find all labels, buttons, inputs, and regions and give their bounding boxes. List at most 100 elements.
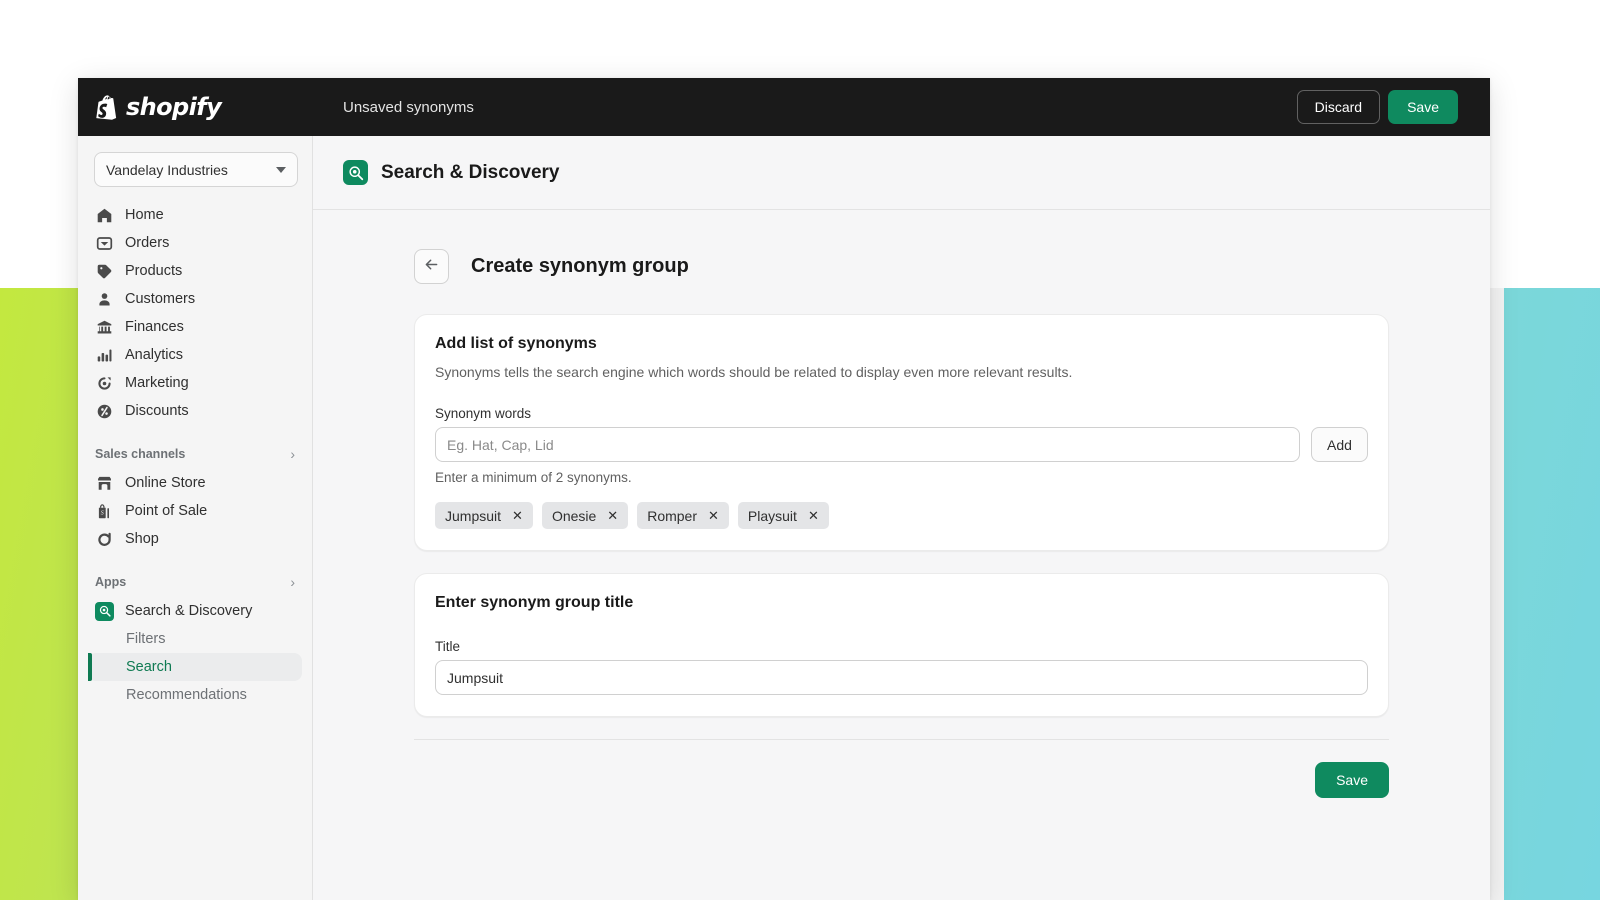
- synonym-chip: Playsuit ✕: [737, 502, 829, 529]
- sidebar-section-apps[interactable]: Apps ›: [88, 571, 302, 593]
- chevron-right-icon: ›: [290, 574, 295, 590]
- synonym-words-label: Synonym words: [435, 406, 532, 421]
- sidebar-subitem-recommendations[interactable]: Recommendations: [88, 681, 302, 709]
- home-icon: [95, 206, 114, 225]
- sidebar-item-point-of-sale[interactable]: S Point of Sale: [88, 497, 302, 525]
- chevron-right-icon: ›: [290, 446, 295, 462]
- sidebar-item-customers[interactable]: Customers: [88, 285, 302, 313]
- synonym-helper-text: Enter a minimum of 2 synonyms.: [435, 470, 632, 485]
- synonym-chip-label: Romper: [647, 507, 697, 524]
- sidebar-item-search-and-discovery[interactable]: Search & Discovery: [88, 597, 302, 625]
- sidebar-item-label: Discounts: [125, 403, 189, 419]
- discard-button[interactable]: Discard: [1296, 90, 1381, 124]
- sidebar-item-discounts[interactable]: Discounts: [88, 397, 302, 425]
- page-container: Create synonym group Add list of synonym…: [414, 249, 1389, 798]
- synonym-chip-label: Onesie: [551, 507, 597, 524]
- sidebar-item-label: Marketing: [125, 375, 189, 391]
- active-indicator-bar: [88, 653, 92, 681]
- title-label: Title: [435, 639, 461, 654]
- card-description: Synonyms tells the search engine which w…: [435, 364, 1073, 380]
- sidebar-item-products[interactable]: Products: [88, 257, 302, 285]
- card-title: Add list of synonyms: [435, 335, 597, 352]
- orders-inbox-icon: [95, 234, 114, 253]
- shopify-logo[interactable]: shopify: [78, 93, 313, 121]
- sidebar-item-marketing[interactable]: Marketing: [88, 369, 302, 397]
- sidebar-item-analytics[interactable]: Analytics: [88, 341, 302, 369]
- search-discovery-app-icon: [343, 160, 368, 185]
- sidebar-item-shop[interactable]: Shop: [88, 525, 302, 553]
- sidebar-section-sales-channels[interactable]: Sales channels ›: [88, 443, 302, 465]
- close-icon[interactable]: ✕: [708, 509, 719, 522]
- close-icon[interactable]: ✕: [808, 509, 819, 522]
- sidebar-item-label: Shop: [125, 531, 159, 547]
- analytics-bars-icon: [95, 346, 114, 365]
- store-selector[interactable]: Vandelay Industries: [94, 152, 298, 187]
- synonym-chip: Onesie ✕: [541, 502, 629, 529]
- top-bar: shopify Unsaved synonyms Discard Save: [78, 78, 1490, 136]
- synonym-chip-label: Jumpsuit: [445, 507, 502, 524]
- products-tag-icon: [95, 262, 114, 281]
- save-button-topbar[interactable]: Save: [1388, 90, 1458, 124]
- synonym-chip: Romper ✕: [637, 502, 729, 529]
- synonym-chip-label: Playsuit: [747, 507, 797, 524]
- shopify-admin-window: shopify Unsaved synonyms Discard Save Va…: [78, 78, 1490, 900]
- search-discovery-app-icon: [95, 601, 114, 621]
- store-selector-label: Vandelay Industries: [106, 161, 228, 178]
- sidebar-subitem-filters[interactable]: Filters: [88, 625, 302, 653]
- add-synonym-button[interactable]: Add: [1311, 427, 1368, 462]
- marketing-target-icon: [95, 374, 114, 393]
- synonym-words-input[interactable]: [435, 427, 1300, 462]
- backdrop-right-strip: [1490, 288, 1504, 900]
- sidebar-item-label: Finances: [125, 319, 184, 335]
- synonym-group-title-input[interactable]: [435, 660, 1368, 695]
- sidebar-subitem-label: Filters: [126, 631, 166, 647]
- sidebar-section-label: Sales channels: [95, 447, 186, 461]
- discounts-percent-icon: [95, 402, 114, 421]
- finances-bank-icon: [95, 318, 114, 337]
- sidebar-item-home[interactable]: Home: [88, 201, 302, 229]
- add-synonyms-card: Add list of synonyms Synonyms tells the …: [414, 314, 1389, 551]
- app-title: Search & Discovery: [381, 161, 560, 183]
- sidebar-subitem-search[interactable]: Search: [88, 653, 302, 681]
- main-content: Search & Discovery Create synonym group: [313, 136, 1490, 900]
- sidebar-section-label: Apps: [95, 575, 127, 589]
- topbar-actions: Discard Save: [1296, 90, 1490, 124]
- sidebar-item-label: Online Store: [125, 475, 206, 491]
- synonym-chip: Jumpsuit ✕: [435, 502, 533, 529]
- sidebar-item-finances[interactable]: Finances: [88, 313, 302, 341]
- sidebar-item-label: Home: [125, 207, 164, 223]
- sidebar-item-label: Customers: [125, 291, 196, 307]
- back-button[interactable]: [414, 249, 449, 284]
- synonym-chip-list: Jumpsuit ✕ Onesie ✕ Romper ✕ Playsuit ✕: [435, 502, 1368, 529]
- storefront-icon: [95, 474, 114, 493]
- page-title: Create synonym group: [471, 255, 689, 277]
- card-title: Enter synonym group title: [435, 594, 634, 611]
- close-icon[interactable]: ✕: [512, 509, 523, 522]
- topbar-context-title: Unsaved synonyms: [343, 98, 474, 116]
- sidebar: Vandelay Industries Home Orders Products…: [78, 136, 313, 900]
- sidebar-subitem-label: Recommendations: [126, 687, 247, 703]
- sidebar-subitem-label: Search: [126, 659, 172, 675]
- synonym-input-row: Add: [435, 427, 1368, 462]
- page-footer: Save: [414, 739, 1389, 798]
- sidebar-item-label: Point of Sale: [125, 503, 208, 519]
- svg-text:S: S: [101, 510, 104, 516]
- app-header: Search & Discovery: [313, 136, 1490, 210]
- synonym-group-title-card: Enter synonym group title Title: [414, 573, 1389, 717]
- customers-person-icon: [95, 290, 114, 309]
- sidebar-item-online-store[interactable]: Online Store: [88, 469, 302, 497]
- close-icon[interactable]: ✕: [607, 509, 618, 522]
- sidebar-item-orders[interactable]: Orders: [88, 229, 302, 257]
- page-header: Create synonym group: [414, 249, 1389, 284]
- title-field-group: Title: [435, 639, 1368, 695]
- sidebar-item-label: Orders: [125, 235, 170, 251]
- page-scroll-area[interactable]: Create synonym group Add list of synonym…: [313, 210, 1490, 900]
- save-button-footer[interactable]: Save: [1315, 762, 1389, 798]
- app-body: Vandelay Industries Home Orders Products…: [78, 136, 1490, 900]
- shop-bag-icon: [95, 530, 114, 549]
- shopify-bag-icon: [96, 94, 119, 120]
- sidebar-item-label: Analytics: [125, 347, 184, 363]
- sidebar-item-label: Products: [125, 263, 183, 279]
- pos-device-icon: S: [95, 502, 114, 521]
- sidebar-item-label: Search & Discovery: [125, 603, 253, 619]
